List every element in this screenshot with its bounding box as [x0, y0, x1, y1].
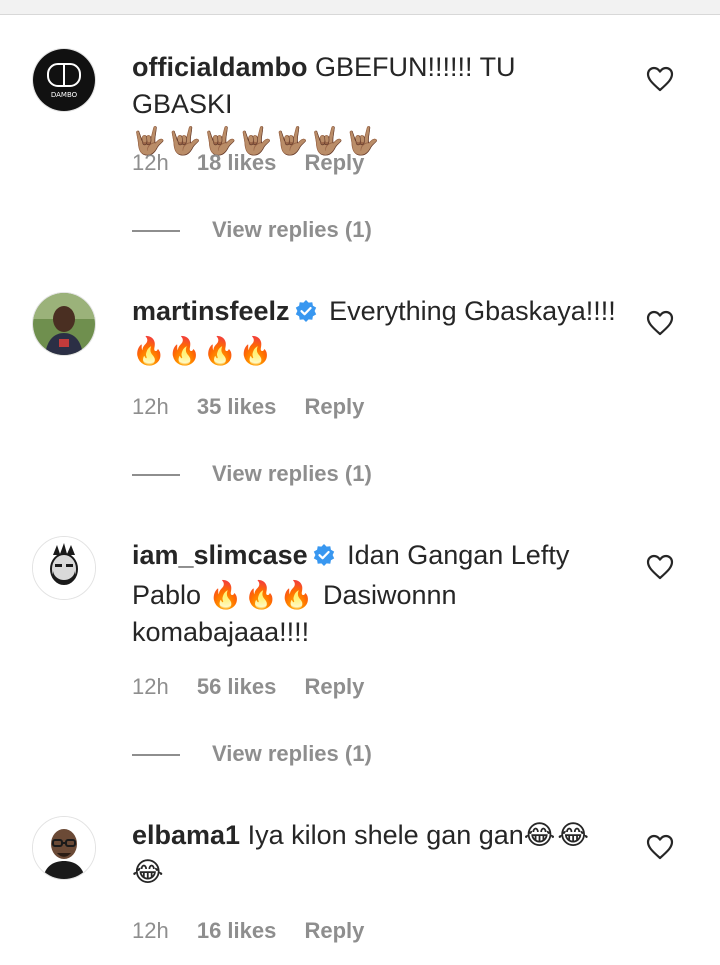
comment-emojis: 🔥🔥🔥🔥	[132, 336, 275, 366]
view-replies-label: View replies (1)	[212, 741, 372, 766]
comment-likes[interactable]: 16 likes	[197, 918, 277, 944]
comment-text: Everything Gbaskaya!!!!	[329, 296, 616, 326]
avatar[interactable]: DAMBO	[32, 48, 96, 112]
comment-likes[interactable]: 18 likes	[197, 150, 277, 176]
verified-badge-icon	[312, 540, 336, 577]
comment-meta: 12h 35 likes Reply	[132, 394, 386, 420]
view-replies-button[interactable]: View replies (1)	[132, 215, 432, 245]
heart-outline-icon[interactable]	[646, 834, 674, 860]
comment-username[interactable]: officialdambo	[132, 52, 308, 82]
replies-divider-line	[132, 474, 180, 476]
user-photo-icon	[33, 293, 95, 355]
comment-body: elbama1 Iya kilon shele gan gan😂😂😂	[132, 817, 622, 891]
avatar[interactable]	[32, 292, 96, 356]
heart-outline-icon[interactable]	[646, 554, 674, 580]
comment-meta: 12h 56 likes Reply	[132, 674, 386, 700]
top-divider-bar	[0, 0, 720, 15]
avatar[interactable]	[32, 536, 96, 600]
comment-meta: 12h 16 likes Reply	[132, 918, 386, 944]
comment-body: martinsfeelz Everything Gbaskaya!!!! 🔥🔥🔥…	[132, 293, 622, 370]
comment-text: Iya kilon shele gan gan	[247, 820, 524, 850]
reply-button[interactable]: Reply	[304, 674, 364, 700]
view-replies-label: View replies (1)	[212, 461, 372, 486]
reply-button[interactable]: Reply	[304, 394, 364, 420]
comment-likes[interactable]: 56 likes	[197, 674, 277, 700]
reply-button[interactable]: Reply	[304, 918, 364, 944]
cartoon-avatar-icon	[33, 537, 95, 599]
comment-time: 12h	[132, 150, 169, 175]
heart-outline-icon[interactable]	[646, 66, 674, 92]
comment-time: 12h	[132, 918, 169, 943]
comment-time: 12h	[132, 394, 169, 419]
svg-text:DAMBO: DAMBO	[51, 91, 78, 99]
dambo-logo-icon: DAMBO	[33, 49, 95, 111]
replies-divider-line	[132, 230, 180, 232]
reply-button[interactable]: Reply	[304, 150, 364, 176]
comment-body: officialdambo GBEFUN!!!!!! TU GBASKI 🤟🏽🤟…	[132, 49, 622, 160]
bitmoji-avatar-icon	[33, 817, 95, 879]
comment-time: 12h	[132, 674, 169, 699]
comment-username[interactable]: iam_slimcase	[132, 540, 308, 570]
heart-outline-icon[interactable]	[646, 310, 674, 336]
replies-divider-line	[132, 754, 180, 756]
comment-likes[interactable]: 35 likes	[197, 394, 277, 420]
view-replies-button[interactable]: View replies (1)	[132, 739, 432, 769]
comment-username[interactable]: martinsfeelz	[132, 296, 290, 326]
comment-body: iam_slimcase Idan Gangan Lefty Pablo 🔥🔥🔥…	[132, 537, 622, 651]
view-replies-label: View replies (1)	[212, 217, 372, 242]
view-replies-button[interactable]: View replies (1)	[132, 459, 432, 489]
verified-badge-icon	[294, 296, 318, 333]
comment-meta: 12h 18 likes Reply	[132, 150, 386, 176]
avatar[interactable]	[32, 816, 96, 880]
comment-username[interactable]: elbama1	[132, 820, 240, 850]
comment-emojis: 🔥🔥🔥	[208, 580, 316, 610]
